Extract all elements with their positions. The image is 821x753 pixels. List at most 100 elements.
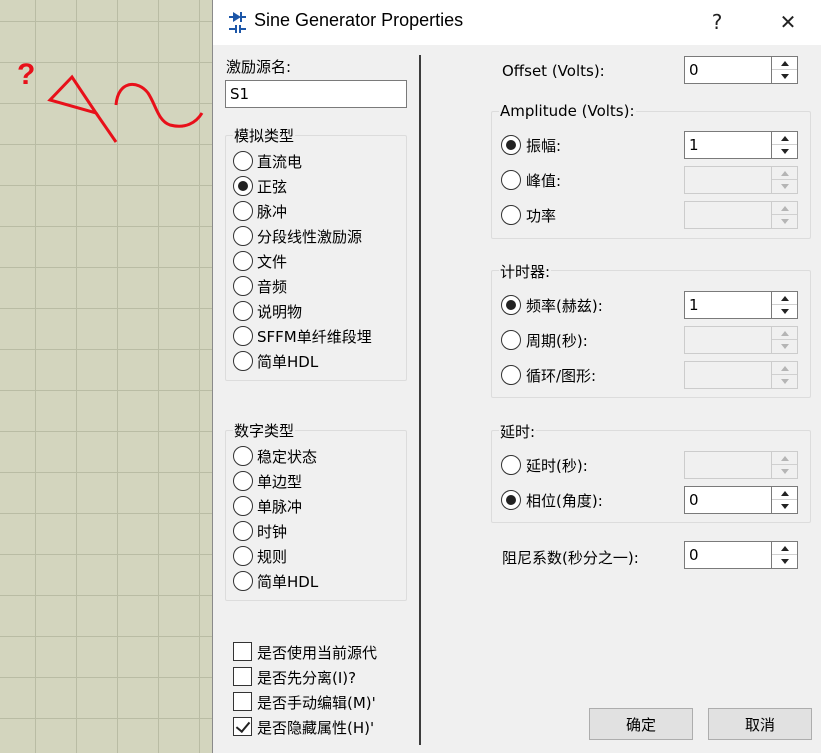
analog-type-option-label[interactable]: 简单HDL — [257, 351, 318, 372]
panel-separator — [419, 55, 421, 745]
damping-increment-icon[interactable] — [772, 542, 797, 555]
delay-spinner — [771, 451, 798, 479]
amplitude-row-label[interactable]: 峰值: — [526, 170, 561, 191]
offset-increment-icon[interactable] — [772, 57, 797, 70]
offset-spinner[interactable] — [771, 56, 798, 84]
analog-type-option-label[interactable]: 音频 — [257, 276, 287, 297]
option-checkbox-label[interactable]: 是否先分离(I)? — [257, 667, 383, 688]
amplitude-value-input[interactable]: 1 — [684, 131, 773, 159]
analog-type-option-label[interactable]: 脉冲 — [257, 201, 287, 222]
amplitude-row-label[interactable]: 功率 — [526, 205, 556, 226]
offset-decrement-icon[interactable] — [772, 70, 797, 83]
digital-type-option-label[interactable]: 时钟 — [257, 521, 287, 542]
timing-radio-0[interactable] — [501, 295, 521, 315]
amplitude-spinner — [771, 201, 798, 229]
amplitude-radio-2[interactable] — [501, 205, 521, 225]
arrow-up-icon — [780, 135, 789, 141]
analog-type-radio-0[interactable] — [233, 151, 253, 171]
delay-radio-1[interactable] — [501, 490, 521, 510]
damping-input[interactable]: 0 — [684, 541, 773, 569]
analog-type-radio-8[interactable] — [233, 351, 253, 371]
analog-type-radio-1[interactable] — [233, 176, 253, 196]
offset-input[interactable]: 0 — [684, 56, 773, 84]
analog-type-radio-3[interactable] — [233, 226, 253, 246]
analog-type-option-label[interactable]: 正弦 — [257, 176, 287, 197]
timing-title: 计时器: — [499, 261, 552, 282]
damping-decrement-icon[interactable] — [772, 555, 797, 568]
analog-type-option-label[interactable]: 文件 — [257, 251, 287, 272]
timing-decrement-icon — [772, 375, 797, 388]
delay-row-label[interactable]: 延时(秒): — [526, 455, 588, 476]
timing-radio-2[interactable] — [501, 365, 521, 385]
option-checkbox-1[interactable] — [233, 667, 252, 686]
digital-type-radio-3[interactable] — [233, 521, 253, 541]
timing-decrement-icon — [772, 340, 797, 353]
delay-increment-icon[interactable] — [772, 487, 797, 500]
digital-type-radio-5[interactable] — [233, 571, 253, 591]
analog-type-option-label[interactable]: 直流电 — [257, 151, 302, 172]
timing-radio-1[interactable] — [501, 330, 521, 350]
amplitude-spinner — [771, 166, 798, 194]
damping-label: 阻尼系数(秒分之一): — [502, 549, 639, 567]
source-name-input[interactable]: S1 — [225, 80, 407, 108]
timing-value-input[interactable]: 1 — [684, 291, 773, 319]
arrow-down-icon — [780, 504, 789, 509]
digital-type-option-label[interactable]: 单脉冲 — [257, 496, 302, 517]
amplitude-row-label[interactable]: 振幅: — [526, 135, 561, 156]
analog-type-option-label[interactable]: 分段线性激励源 — [257, 226, 362, 247]
timing-spinner[interactable] — [771, 291, 798, 319]
delay-spinner[interactable] — [771, 486, 798, 514]
timing-decrement-icon[interactable] — [772, 305, 797, 318]
amplitude-radio-0[interactable] — [501, 135, 521, 155]
properties-dialog: Sine Generator Properties ? ✕ 激励源名: S1 模… — [212, 0, 821, 753]
analog-type-option-label[interactable]: SFFM单纤维段埋 — [257, 326, 372, 347]
timing-spinner — [771, 326, 798, 354]
arrow-down-icon — [780, 149, 789, 154]
amplitude-spinner[interactable] — [771, 131, 798, 159]
analog-type-radio-2[interactable] — [233, 201, 253, 221]
amplitude-decrement-icon[interactable] — [772, 145, 797, 158]
digital-type-option-label[interactable]: 单边型 — [257, 471, 302, 492]
timing-row-label[interactable]: 循环/图形: — [526, 365, 596, 386]
arrow-up-icon — [780, 455, 789, 461]
help-button[interactable]: ? — [697, 6, 737, 38]
delay-increment-icon — [772, 452, 797, 465]
offset-label: Offset (Volts): — [502, 62, 605, 80]
option-checkbox-2[interactable] — [233, 692, 252, 711]
delay-radio-0[interactable] — [501, 455, 521, 475]
analog-type-radio-4[interactable] — [233, 251, 253, 271]
delay-row-label[interactable]: 相位(角度): — [526, 490, 603, 511]
digital-type-option-label[interactable]: 简单HDL — [257, 571, 318, 592]
digital-type-option-label[interactable]: 规则 — [257, 546, 287, 567]
arrow-up-icon — [780, 170, 789, 176]
option-checkbox-label[interactable]: 是否使用当前源代 — [257, 642, 383, 663]
option-checkbox-0[interactable] — [233, 642, 252, 661]
timing-increment-icon[interactable] — [772, 292, 797, 305]
analog-type-radio-6[interactable] — [233, 301, 253, 321]
analog-type-radio-5[interactable] — [233, 276, 253, 296]
timing-spinner — [771, 361, 798, 389]
ok-button[interactable]: 确定 — [589, 708, 693, 740]
digital-type-radio-1[interactable] — [233, 471, 253, 491]
delay-decrement-icon[interactable] — [772, 500, 797, 513]
cancel-button[interactable]: 取消 — [708, 708, 812, 740]
delay-value-input[interactable]: 0 — [684, 486, 773, 514]
digital-type-radio-2[interactable] — [233, 496, 253, 516]
option-checkbox-3[interactable] — [233, 717, 252, 736]
option-checkbox-label[interactable]: 是否隐藏属性(H)' — [257, 717, 383, 738]
digital-type-radio-0[interactable] — [233, 446, 253, 466]
digital-type-option-label[interactable]: 稳定状态 — [257, 446, 317, 467]
option-checkbox-label[interactable]: 是否手动编辑(M)' — [257, 692, 383, 713]
timing-row-label[interactable]: 周期(秒): — [526, 330, 588, 351]
amplitude-radio-1[interactable] — [501, 170, 521, 190]
arrow-down-icon — [780, 219, 789, 224]
timing-increment-icon — [772, 362, 797, 375]
delay-decrement-icon — [772, 465, 797, 478]
damping-spinner[interactable] — [771, 541, 798, 569]
amplitude-increment-icon[interactable] — [772, 132, 797, 145]
digital-type-radio-4[interactable] — [233, 546, 253, 566]
analog-type-radio-7[interactable] — [233, 326, 253, 346]
timing-row-label[interactable]: 频率(赫兹): — [526, 295, 603, 316]
analog-type-option-label[interactable]: 说明物 — [257, 301, 302, 322]
close-button[interactable]: ✕ — [768, 6, 808, 38]
